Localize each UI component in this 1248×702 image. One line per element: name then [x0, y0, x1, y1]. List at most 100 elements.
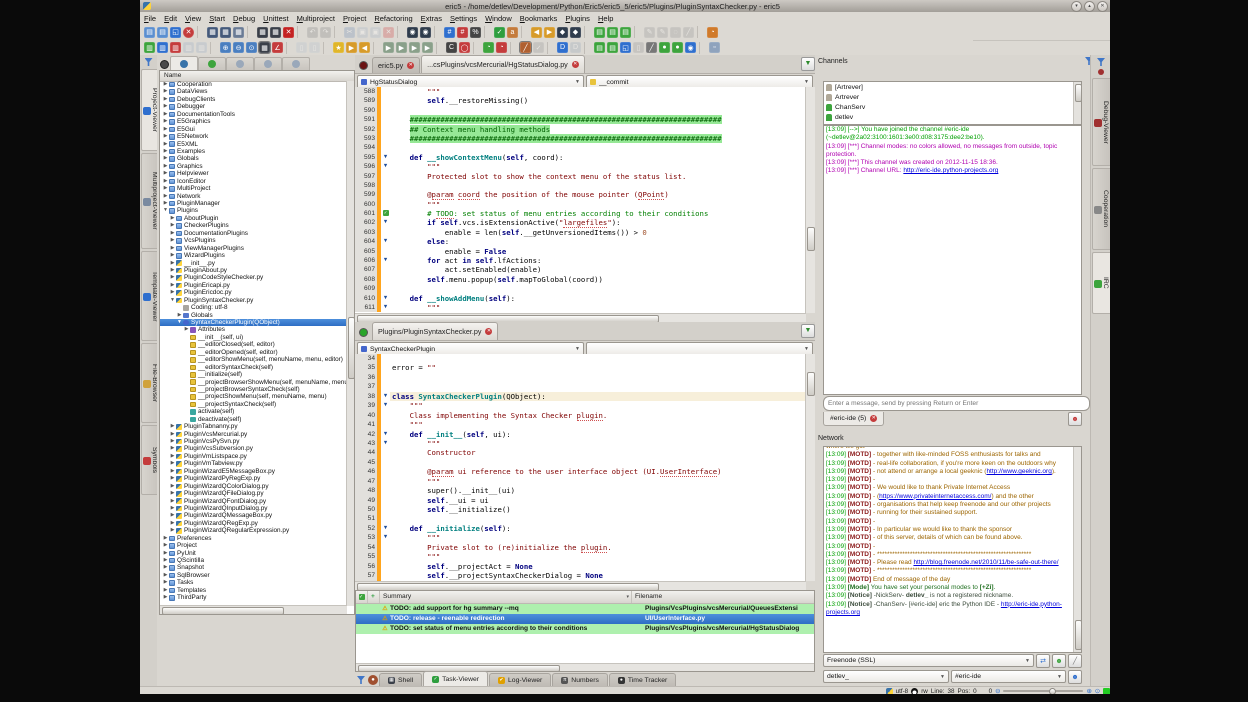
tree-item[interactable]: __projectBrowserShowMenu(self, menuName,… [160, 379, 347, 386]
tree-item[interactable]: ▶PluginCodeStyleChecker.py [160, 274, 347, 281]
tree-item[interactable]: ▶PluginManager [160, 200, 347, 207]
copy-icon[interactable]: ▣ [357, 27, 368, 38]
tree-item[interactable]: ▶PyUnit [160, 550, 347, 557]
tree-item[interactable]: ▶PluginEricapi.py [160, 282, 347, 289]
fold-margin[interactable] [381, 228, 390, 237]
fold-margin[interactable] [381, 181, 390, 190]
debug-step-over-icon[interactable]: ▶ [409, 42, 420, 53]
refactor-inline-icon[interactable]: ◌ [670, 27, 681, 38]
code-line[interactable]: 598 [355, 181, 815, 190]
tree-expander-icon[interactable]: ▶ [162, 542, 169, 549]
tree-expander-icon[interactable]: ▶ [162, 178, 169, 185]
tree-item[interactable]: ▶PluginWizardPyRegExp.py [160, 475, 347, 482]
tree-item[interactable]: ▶PluginTabnanny.py [160, 423, 347, 430]
fold-margin[interactable] [381, 200, 390, 209]
tree-expander-icon[interactable]: ▶ [169, 438, 176, 445]
tree-item[interactable]: ▶PluginWizardQInputDialog.py [160, 505, 347, 512]
channel-user[interactable]: ChanServ [824, 102, 1081, 112]
code-line[interactable]: 592 ## Context menu handling methods [355, 125, 815, 134]
menu-plugins[interactable]: Plugins [561, 14, 594, 23]
message-link[interactable]: http://www.geeknic.org [986, 468, 1051, 475]
fold-margin[interactable] [381, 247, 390, 256]
fold-margin[interactable]: ✓ [381, 209, 390, 218]
menu-help[interactable]: Help [594, 14, 617, 23]
tree-expander-icon[interactable]: ▶ [162, 81, 169, 88]
code-line[interactable]: 591 ####################################… [355, 115, 815, 124]
close-channel-icon[interactable]: ✕ [870, 415, 877, 422]
fold-margin[interactable]: ▼ [381, 218, 390, 227]
tree-expander-icon[interactable]: ▶ [162, 155, 169, 162]
tree-item[interactable]: ▶ThirdParty [160, 594, 347, 601]
tree-expander-icon[interactable]: ▶ [169, 252, 176, 259]
tree-item[interactable]: ▶PluginVcsSubversion.py [160, 445, 347, 452]
close-tab-icon[interactable]: ✕ [407, 62, 414, 69]
tree-expander-icon[interactable]: ▶ [169, 490, 176, 497]
tool-tab-time-tracker[interactable]: ●Time Tracker [609, 673, 676, 686]
code-line[interactable]: 594 [355, 143, 815, 152]
fold-margin[interactable] [381, 420, 390, 429]
zoom-slider-knob[interactable] [1049, 688, 1056, 695]
fold-margin[interactable]: ▼ [381, 162, 390, 171]
fold-margin[interactable] [381, 571, 390, 580]
resources-tab[interactable] [226, 57, 254, 70]
scroll-thumb[interactable] [1075, 84, 1082, 102]
code-line[interactable]: 38▼class SyntaxCheckerPlugin(QObject): [355, 392, 815, 401]
spawn-icon[interactable]: ● [368, 675, 378, 685]
tree-item[interactable]: ▶PluginWizardQColorDialog.py [160, 483, 347, 490]
menu-project[interactable]: Project [339, 14, 370, 23]
detach-icon[interactable]: ▫ [709, 42, 720, 53]
fold-margin[interactable]: ▼ [381, 401, 390, 410]
tree-item[interactable]: __projectBrowserSyntaxCheck(self) [160, 386, 347, 393]
tree-expander-icon[interactable]: ▶ [169, 505, 176, 512]
fold-margin[interactable] [381, 496, 390, 505]
tree-expander-icon[interactable]: ▶ [162, 141, 169, 148]
tree-expander-icon[interactable]: ▶ [162, 594, 169, 601]
tree-item[interactable]: ▶DataViews [160, 88, 347, 95]
print-icon[interactable]: ▦ [257, 27, 268, 38]
fold-margin[interactable] [381, 486, 390, 495]
encoding-label[interactable]: utf-8 [896, 688, 909, 695]
tree-item[interactable]: ▶PluginVcsMercurial.py [160, 431, 347, 438]
doc-import-icon[interactable]: ▤ [607, 42, 618, 53]
ruler-icon[interactable]: ∠ [272, 42, 283, 53]
channel-user[interactable]: Artrever [824, 92, 1081, 102]
connect-server-button[interactable]: ⇄ [1036, 654, 1050, 668]
debugger-icon[interactable]: D [557, 42, 568, 53]
code-line[interactable]: 593 ####################################… [355, 134, 815, 143]
tree-expander-icon[interactable]: ▶ [162, 170, 169, 177]
tree-expander-icon[interactable]: ▶ [169, 260, 176, 267]
tree-item[interactable]: ▶__init__.py [160, 260, 347, 267]
tree-item[interactable]: ▶ViewManagerPlugins [160, 245, 347, 252]
check-icon[interactable]: ✓ [533, 42, 544, 53]
close-tab-icon[interactable]: ✕ [572, 61, 579, 68]
tool-tab-shell[interactable]: ▦Shell [379, 673, 422, 686]
tree-expander-icon[interactable]: ▶ [169, 222, 176, 229]
code-line[interactable]: 49 self.__ui = ui [355, 496, 815, 505]
tree-expander-icon[interactable]: ▶ [169, 215, 176, 222]
maximize-button[interactable]: ▴ [1084, 1, 1095, 12]
tree-expander-icon[interactable]: ▶ [162, 111, 169, 118]
tree-item[interactable]: ▶E5Gui [160, 126, 347, 133]
code-line[interactable]: 607 act.setEnabled(enable) [355, 265, 815, 274]
tree-item[interactable]: ▶SqlBrowser [160, 572, 347, 579]
debug-continue-icon[interactable]: ▶ [383, 42, 394, 53]
nickname-combo[interactable]: detlev_▼ [823, 670, 949, 683]
code-line[interactable]: 51 [355, 514, 815, 523]
fold-margin[interactable] [381, 354, 390, 363]
tree-item[interactable]: deactivate(self) [160, 416, 347, 423]
editor-tab[interactable]: eric5.py✕ [372, 57, 420, 73]
menu-view[interactable]: View [181, 14, 205, 23]
stop-icon[interactable]: ◯ [459, 42, 470, 53]
menu-file[interactable]: File [140, 14, 160, 23]
edit-mode-icon[interactable]: ╱ [520, 42, 531, 53]
tree-item[interactable]: ▶Helpviewer [160, 170, 347, 177]
tree-expander-icon[interactable]: ▶ [162, 96, 169, 103]
tree-item[interactable]: ▼Plugins [160, 207, 347, 214]
side-tab-debug-viewer[interactable]: Debug-Viewer [1092, 78, 1110, 166]
side-tab-cooperation[interactable]: Cooperation [1092, 168, 1110, 250]
tree-item[interactable]: ▶Project [160, 542, 347, 549]
message-link[interactable]: http://eric-ide.python-projects.org [903, 167, 998, 174]
trash-icon[interactable]: ▯ [633, 42, 644, 53]
task-fixed-column-icon[interactable]: ✓ [356, 591, 368, 603]
fold-margin[interactable] [381, 115, 390, 124]
